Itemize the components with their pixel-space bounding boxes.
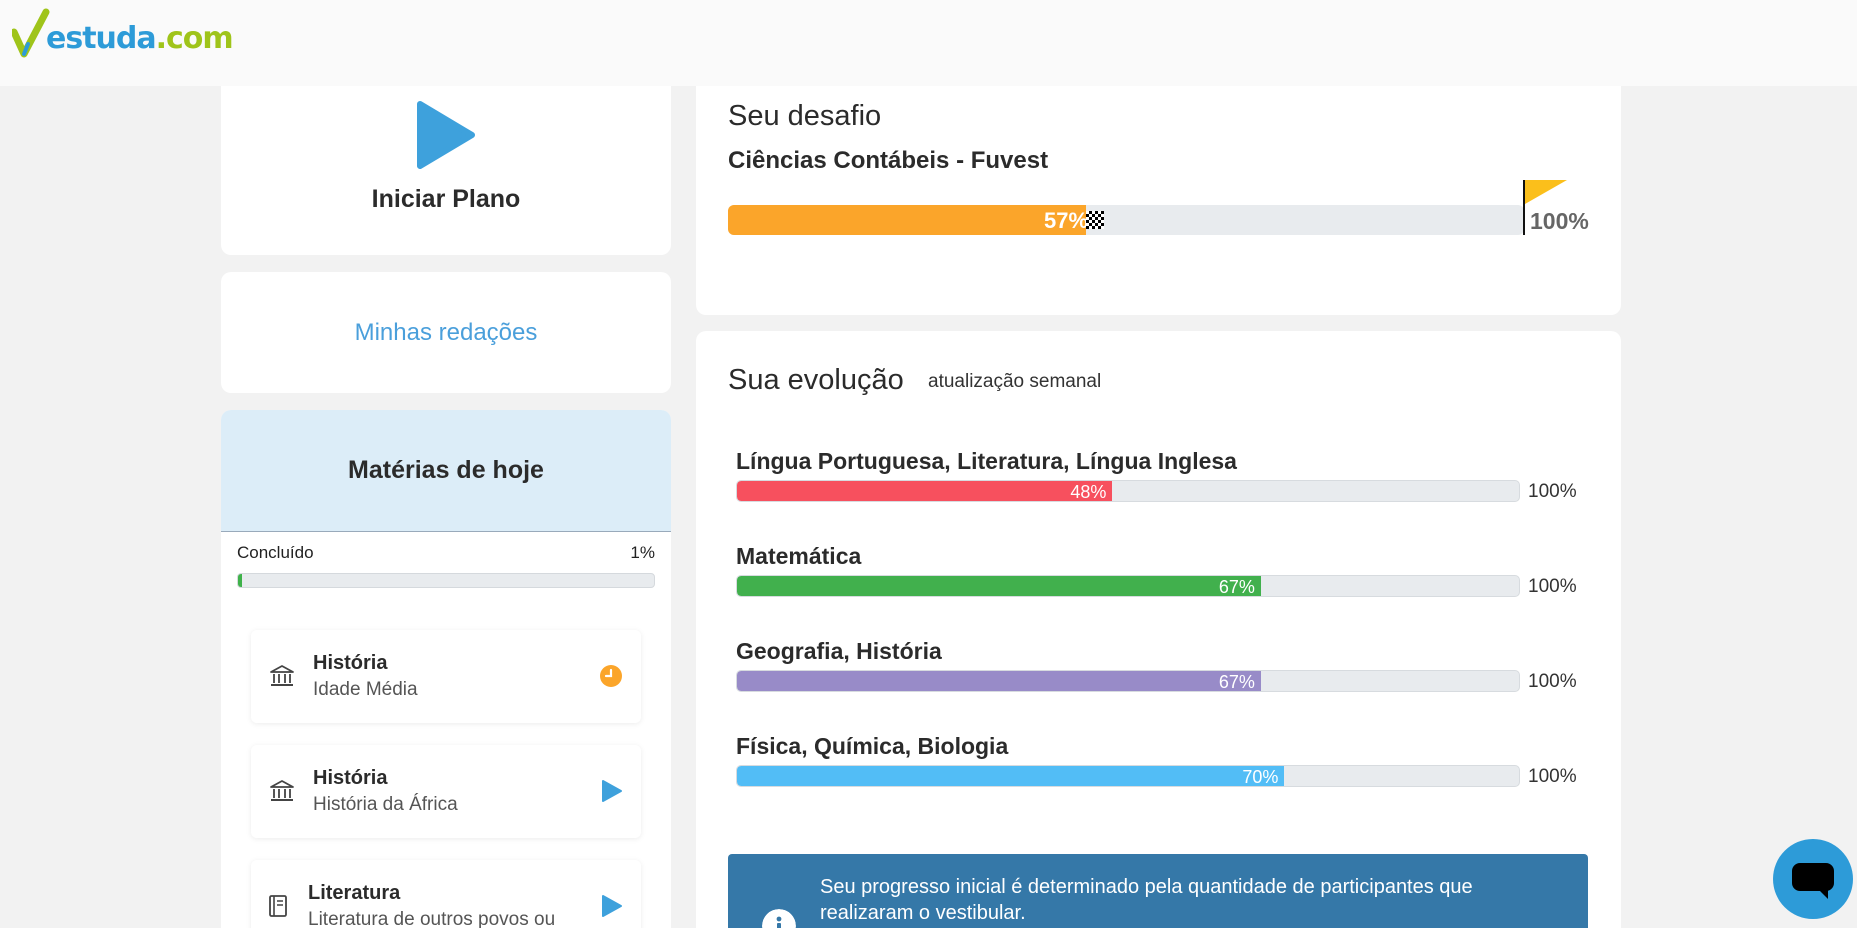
evolution-progress-fill: 70% bbox=[737, 766, 1285, 787]
clock-icon[interactable] bbox=[599, 664, 623, 688]
subject-title: Literatura bbox=[308, 882, 401, 904]
evolution-goal-value: 100% bbox=[1528, 671, 1577, 692]
subject-topic: Literatura de outros povos ou bbox=[308, 909, 556, 928]
evolution-progress-bar: 67% bbox=[736, 670, 1520, 692]
info-notice-text: Seu progresso inicial é determinado pela… bbox=[820, 876, 1473, 924]
evolution-subtitle: atualização semanal bbox=[928, 371, 1102, 392]
evolution-area-label: Física, Química, Biologia bbox=[736, 733, 1009, 759]
info-icon bbox=[762, 909, 796, 928]
evolution-progress-value: 48% bbox=[1070, 482, 1107, 502]
todays-subjects-card: Matérias de hoje Concluído 1% História I… bbox=[221, 410, 671, 928]
todays-subjects-title: Matérias de hoje bbox=[348, 456, 544, 484]
completed-progress-fill bbox=[238, 574, 243, 587]
chat-support-button[interactable] bbox=[1773, 839, 1853, 919]
museum-icon bbox=[270, 665, 294, 686]
todays-subjects-header: Matérias de hoje bbox=[221, 410, 671, 532]
my-essays-card[interactable]: Minhas redações bbox=[221, 272, 671, 393]
challenge-progress-fill: 57% bbox=[728, 205, 1089, 235]
book-icon bbox=[269, 895, 287, 917]
evolution-row-natureza: Física, Química, Biologia 70% 100% bbox=[736, 733, 1577, 787]
challenge-title: Seu desafio bbox=[728, 100, 882, 132]
evolution-area-label: Matemática bbox=[736, 543, 862, 569]
evolution-progress-value: 67% bbox=[1218, 672, 1255, 692]
challenge-card: Seu desafio Ciências Contábeis - Fuvest … bbox=[696, 60, 1621, 315]
evolution-row-humanas: Geografia, História 67% 100% bbox=[736, 638, 1577, 692]
subject-topic: História da África bbox=[313, 794, 458, 815]
evolution-progress-fill: 67% bbox=[737, 671, 1261, 691]
evolution-progress-fill: 67% bbox=[737, 576, 1261, 596]
evolution-goal-value: 100% bbox=[1528, 766, 1577, 787]
completed-row: Concluído 1% bbox=[237, 543, 655, 563]
challenge-progress-value: 57% bbox=[1044, 208, 1089, 233]
logo-wordmark: estuda.com bbox=[46, 20, 234, 56]
evolution-goal-value: 100% bbox=[1528, 481, 1577, 502]
my-essays-link[interactable]: Minhas redações bbox=[355, 319, 538, 347]
evolution-progress-bar: 70% bbox=[736, 765, 1520, 787]
subject-title: História bbox=[313, 652, 388, 674]
checkered-flag-icon bbox=[1086, 211, 1104, 229]
start-plan-label: Iniciar Plano bbox=[371, 185, 521, 213]
start-plan-card[interactable]: Iniciar Plano bbox=[221, 60, 671, 255]
evolution-progress-bar: 67% bbox=[736, 575, 1520, 597]
goal-flag-icon bbox=[1525, 180, 1567, 204]
completed-label: Concluído bbox=[237, 543, 314, 562]
completed-progress-bar bbox=[237, 573, 655, 588]
evolution-area-label: Língua Portuguesa, Literatura, Língua In… bbox=[736, 448, 1237, 474]
subject-title: História bbox=[313, 767, 388, 789]
evolution-progress-value: 67% bbox=[1218, 577, 1255, 597]
info-notice: Seu progresso inicial é determinado pela… bbox=[728, 854, 1588, 928]
subject-card-historia-africa[interactable]: História História da África bbox=[251, 745, 641, 838]
evolution-progress-bar: 48% bbox=[736, 480, 1520, 502]
play-icon[interactable] bbox=[599, 894, 623, 918]
challenge-goal-value: 100% bbox=[1530, 208, 1589, 234]
evolution-title: Sua evolução bbox=[728, 364, 904, 396]
subject-card-literatura[interactable]: Literatura Literatura de outros povos ou bbox=[251, 860, 641, 928]
estuda-logo[interactable]: estuda.com bbox=[12, 8, 234, 60]
evolution-progress-value: 70% bbox=[1242, 767, 1279, 787]
evolution-area-label: Geografia, História bbox=[736, 638, 942, 664]
evolution-progress-fill: 48% bbox=[737, 481, 1113, 502]
museum-icon bbox=[270, 780, 294, 801]
top-header: estuda.com bbox=[0, 0, 1857, 86]
evolution-row-linguagens: Língua Portuguesa, Literatura, Língua In… bbox=[736, 448, 1577, 502]
chat-bubble-icon bbox=[1792, 863, 1834, 899]
subject-card-historia-idade-media[interactable]: História Idade Média bbox=[251, 630, 641, 723]
challenge-course: Ciências Contábeis - Fuvest bbox=[728, 147, 1049, 174]
completed-value: 1% bbox=[630, 543, 655, 562]
subject-topic: Idade Média bbox=[313, 679, 418, 700]
evolution-row-matematica: Matemática 67% 100% bbox=[736, 543, 1577, 597]
challenge-progress-bar: 57% bbox=[728, 205, 1524, 235]
play-icon[interactable] bbox=[599, 779, 623, 803]
play-icon bbox=[417, 101, 475, 169]
evolution-card: Sua evolução atualização semanal Língua … bbox=[696, 331, 1621, 928]
evolution-goal-value: 100% bbox=[1528, 576, 1577, 597]
